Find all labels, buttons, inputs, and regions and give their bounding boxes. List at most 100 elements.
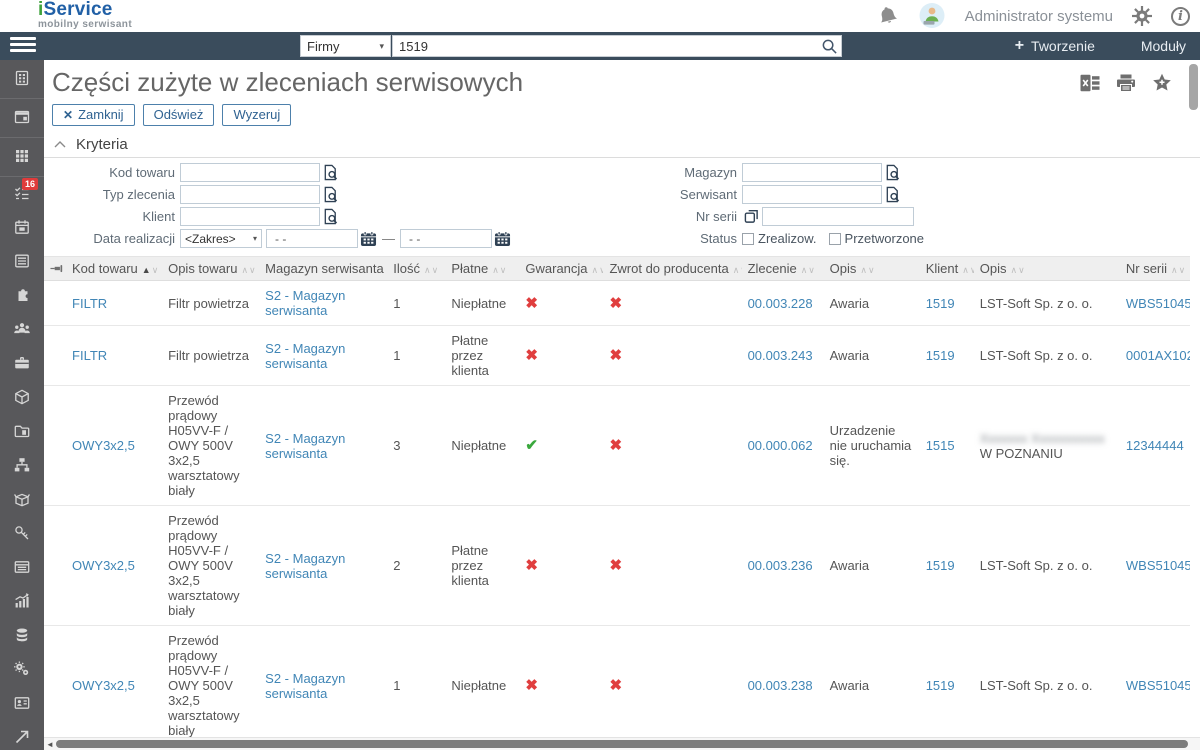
info-icon[interactable]: i (1171, 7, 1190, 26)
excel-export-icon[interactable] (1080, 73, 1100, 92)
sidebar-item-warehouse[interactable] (0, 483, 44, 517)
sidebar-item-products[interactable] (0, 381, 44, 415)
column-header-magazyn[interactable]: Magazyn serwisanta∧∨ (259, 257, 387, 281)
vertical-scrollbar[interactable] (1189, 64, 1198, 737)
notifications-bell-icon[interactable] (877, 5, 899, 27)
sidebar-item-structure[interactable] (0, 449, 44, 483)
column-header-nr_serii[interactable]: Nr serii∧∨ (1120, 257, 1190, 281)
klient-input[interactable] (180, 207, 320, 226)
klient-link[interactable]: 1519 (926, 348, 955, 363)
sidebar-item-permissions[interactable] (0, 517, 44, 551)
nr_serii-link[interactable]: 12344444 (1126, 438, 1184, 453)
nr_serii-link[interactable]: WBS510451 (1126, 296, 1190, 311)
user-avatar[interactable] (917, 2, 947, 30)
column-header-zwrot[interactable]: Zwrot do producenta∧∨ (603, 257, 741, 281)
kod-link[interactable]: FILTR (72, 348, 107, 363)
app-logo[interactable]: iService mobilny serwisant (38, 1, 132, 33)
column-header-platne[interactable]: Płatne∧∨ (445, 257, 519, 281)
zlecenie-link[interactable]: 00.003.228 (748, 296, 813, 311)
sidebar-item-settings[interactable] (0, 653, 44, 687)
sidebar-item-registers[interactable] (0, 551, 44, 585)
date-to-input[interactable] (400, 229, 492, 248)
vertical-scrollbar-thumb[interactable] (1189, 64, 1198, 110)
gear-icon[interactable] (1131, 5, 1153, 27)
magazyn-link[interactable]: S2 - Magazyn serwisanta (265, 671, 345, 701)
sidebar-item-tasks[interactable]: 16 (0, 177, 44, 211)
date-range-select[interactable]: <Zakres>▾ (180, 229, 262, 248)
calendar-to-icon[interactable] (494, 231, 511, 247)
sidebar-item-modules-grid[interactable] (0, 138, 44, 177)
klient-link[interactable]: 1515 (926, 438, 955, 453)
scroll-left-arrow-icon[interactable]: ◄ (44, 740, 56, 749)
horizontal-scrollbar[interactable]: ◄ (44, 737, 1200, 750)
column-header-ilosc[interactable]: Ilość∧∨ (387, 257, 445, 281)
sidebar-item-organization[interactable] (0, 60, 44, 99)
sidebar-item-calendar[interactable] (0, 211, 44, 245)
nr_serii-link[interactable]: WBS510451 (1126, 558, 1190, 573)
sidebar-item-services[interactable] (0, 347, 44, 381)
criteria-toggle[interactable]: Kryteria (44, 128, 1200, 157)
klient-link[interactable]: 1519 (926, 678, 955, 693)
sidebar-item-reports[interactable] (0, 585, 44, 619)
serwisant-input[interactable] (742, 185, 882, 204)
modules-menu[interactable]: Moduły (1141, 38, 1186, 54)
sidebar-item-files[interactable] (0, 415, 44, 449)
search-scope-select[interactable]: Firmy ▾ (300, 35, 391, 57)
sidebar-item-plugins[interactable] (0, 279, 44, 313)
sidebar-item-documents[interactable] (0, 245, 44, 279)
favorite-star-icon[interactable] (1152, 73, 1172, 92)
serial-stack-icon[interactable] (744, 209, 759, 224)
pin-column-header[interactable] (44, 257, 66, 281)
magazyn-link[interactable]: S2 - Magazyn serwisanta (265, 341, 345, 371)
klient-link[interactable]: 1519 (926, 296, 955, 311)
kod-towaru-lookup-icon[interactable] (322, 164, 339, 181)
column-header-zlecenie[interactable]: Zlecenie∧∨ (742, 257, 824, 281)
nr_serii-link[interactable]: WBS510451 (1126, 678, 1190, 693)
table-row[interactable]: OWY3x2,5Przewód prądowy H05VV-F / OWY 50… (44, 506, 1190, 626)
typ-zlecenia-input[interactable] (180, 185, 320, 204)
klient-lookup-icon[interactable] (322, 208, 339, 225)
magazyn-link[interactable]: S2 - Magazyn serwisanta (265, 551, 345, 581)
zlecenie-link[interactable]: 00.003.243 (748, 348, 813, 363)
nr-serii-input[interactable] (762, 207, 914, 226)
user-name[interactable]: Administrator systemu (965, 8, 1113, 25)
magazyn-link[interactable]: S2 - Magazyn serwisanta (265, 431, 345, 461)
table-row[interactable]: FILTRFiltr powietrzaS2 - Magazyn serwisa… (44, 326, 1190, 386)
sidebar-item-finance[interactable] (0, 619, 44, 653)
magazyn-link[interactable]: S2 - Magazyn serwisanta (265, 288, 345, 318)
kod-link[interactable]: OWY3x2,5 (72, 558, 135, 573)
serwisant-lookup-icon[interactable] (884, 186, 901, 203)
refresh-button[interactable]: Odśwież (143, 104, 215, 126)
sidebar-item-clients[interactable] (0, 313, 44, 347)
create-menu[interactable]: +Tworzenie (1015, 37, 1095, 55)
typ-zlecenia-lookup-icon[interactable] (322, 186, 339, 203)
search-input[interactable] (393, 36, 815, 56)
magazyn-input[interactable] (742, 163, 882, 182)
horizontal-scrollbar-thumb[interactable] (56, 740, 1188, 748)
magazyn-lookup-icon[interactable] (884, 164, 901, 181)
column-header-klient[interactable]: Klient∧∨ (920, 257, 974, 281)
hamburger-menu-icon[interactable] (10, 37, 36, 55)
kod-link[interactable]: FILTR (72, 296, 107, 311)
reset-button[interactable]: Wyzeruj (222, 104, 291, 126)
kod-towaru-input[interactable] (180, 163, 320, 182)
zlecenie-link[interactable]: 00.000.062 (748, 438, 813, 453)
column-header-klient_nazwa[interactable]: Opis∧∨ (974, 257, 1120, 281)
sidebar-item-panel[interactable] (0, 99, 44, 138)
column-header-opis_towaru[interactable]: Opis towaru∧∨ (162, 257, 259, 281)
column-header-kod[interactable]: Kod towaru▲∨ (66, 257, 162, 281)
close-button[interactable]: ✕Zamknij (52, 104, 135, 126)
nr_serii-link[interactable]: 0001AX102 (1126, 348, 1190, 363)
kod-link[interactable]: OWY3x2,5 (72, 438, 135, 453)
checkbox-przetworzone[interactable]: Przetworzone (829, 231, 924, 246)
column-header-opis_zlecenia[interactable]: Opis∧∨ (824, 257, 920, 281)
column-header-gwarancja[interactable]: Gwarancja∧∨ (519, 257, 603, 281)
print-icon[interactable] (1116, 73, 1136, 92)
checkbox-zrealizow[interactable]: Zrealizow. (742, 231, 817, 246)
calendar-from-icon[interactable] (360, 231, 377, 247)
zlecenie-link[interactable]: 00.003.236 (748, 558, 813, 573)
klient-link[interactable]: 1519 (926, 558, 955, 573)
zlecenie-link[interactable]: 00.003.238 (748, 678, 813, 693)
date-from-input[interactable] (266, 229, 358, 248)
table-row[interactable]: OWY3x2,5Przewód prądowy H05VV-F / OWY 50… (44, 386, 1190, 506)
